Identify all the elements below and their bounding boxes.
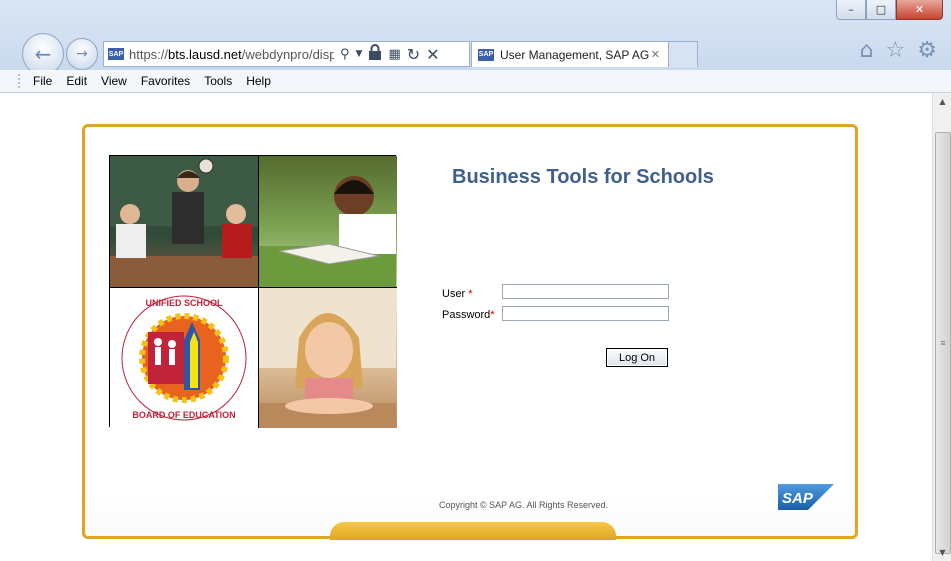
dropdown-arrow-icon[interactable]: ▼: [356, 49, 363, 59]
classroom-photo: [110, 156, 259, 288]
maximize-button[interactable]: □: [866, 0, 896, 20]
sap-logo: SAP: [778, 484, 834, 510]
url-domain: bts.lausd.net: [168, 46, 242, 62]
refresh-icon[interactable]: ↻: [407, 45, 420, 64]
browser-tab-active[interactable]: SAP User Management, SAP AG ✕: [471, 41, 669, 67]
tab-title: User Management, SAP AG: [500, 47, 650, 62]
new-tab-button[interactable]: [668, 41, 698, 67]
user-label-text: User: [442, 288, 466, 300]
required-marker: *: [490, 309, 495, 321]
menu-view[interactable]: View: [101, 74, 127, 88]
tab-close-icon[interactable]: ✕: [651, 48, 660, 61]
password-label: Password*: [442, 309, 495, 321]
forward-arrow-icon: →: [76, 46, 88, 62]
menu-tools[interactable]: Tools: [204, 74, 232, 88]
address-url[interactable]: https://bts.lausd.net/webdynpro/disp: [129, 47, 334, 62]
minimize-button[interactable]: –: [836, 0, 866, 20]
menubar-grip: [18, 74, 23, 88]
home-icon[interactable]: ⌂: [860, 38, 874, 63]
page-title: Business Tools for Schools: [452, 166, 714, 188]
password-input[interactable]: [502, 306, 669, 321]
url-prefix: https://: [129, 46, 169, 62]
sap-favicon-icon: SAP: [478, 48, 494, 61]
seal-bottom-text: BOARD OF EDUCATION: [132, 410, 235, 420]
back-button[interactable]: ←: [22, 33, 64, 75]
browser-titlebar: – □ ✕ ← → SAP https://bts.lausd.net/webd…: [0, 0, 951, 75]
compatibility-view-icon[interactable]: ▦: [388, 47, 400, 62]
scrollbar-thumb[interactable]: ≡: [935, 132, 951, 554]
frame-bottom-tab: [330, 522, 616, 540]
lock-icon[interactable]: [368, 44, 382, 64]
back-arrow-icon: ←: [34, 42, 52, 66]
student-reading-photo: [259, 156, 397, 288]
menu-favorites[interactable]: Favorites: [141, 74, 190, 88]
url-path: /webdynpro/disp: [241, 46, 334, 62]
user-label: User *: [442, 288, 473, 300]
user-input[interactable]: [502, 284, 669, 299]
copyright-text: Copyright © SAP AG. All Rights Reserved.: [439, 500, 609, 510]
menu-file[interactable]: File: [33, 74, 52, 88]
vertical-scrollbar[interactable]: ▲ ≡ ▼: [932, 93, 951, 561]
stop-icon[interactable]: ✕: [426, 45, 439, 64]
sap-favicon-icon: SAP: [108, 48, 124, 60]
password-label-text: Password: [442, 309, 491, 321]
seal-top-text: UNIFIED SCHOOL: [145, 298, 223, 308]
settings-gear-icon[interactable]: ⚙: [917, 38, 937, 63]
browser-right-tools: ⌂ ☆ ⚙: [860, 38, 937, 63]
photo-collage: UNIFIED SCHOOL BOARD OF EDUCATION: [109, 155, 397, 428]
log-on-button[interactable]: Log On: [606, 348, 668, 367]
girl-portrait-photo: [259, 288, 397, 428]
school-district-seal: UNIFIED SCHOOL BOARD OF EDUCATION: [110, 288, 259, 428]
forward-button[interactable]: →: [66, 38, 98, 70]
menu-bar: File Edit View Favorites Tools Help: [0, 70, 951, 93]
search-icon[interactable]: ⚲: [340, 47, 350, 62]
browser-window: – □ ✕ ← → SAP https://bts.lausd.net/webd…: [0, 0, 951, 561]
address-bar-tools: ⚲ ▼ ▦ ↻ ✕: [340, 44, 440, 64]
window-caption-buttons: – □ ✕: [836, 0, 943, 20]
scroll-up-arrow-icon[interactable]: ▲: [933, 93, 951, 110]
scroll-down-arrow-icon[interactable]: ▼: [933, 544, 951, 561]
menu-help[interactable]: Help: [246, 74, 271, 88]
address-bar[interactable]: SAP https://bts.lausd.net/webdynpro/disp…: [103, 41, 470, 67]
sap-logo-text: SAP: [782, 490, 814, 507]
menu-edit[interactable]: Edit: [66, 74, 87, 88]
favorites-star-icon[interactable]: ☆: [886, 38, 906, 63]
close-window-button[interactable]: ✕: [896, 0, 943, 20]
required-marker: *: [468, 288, 473, 300]
